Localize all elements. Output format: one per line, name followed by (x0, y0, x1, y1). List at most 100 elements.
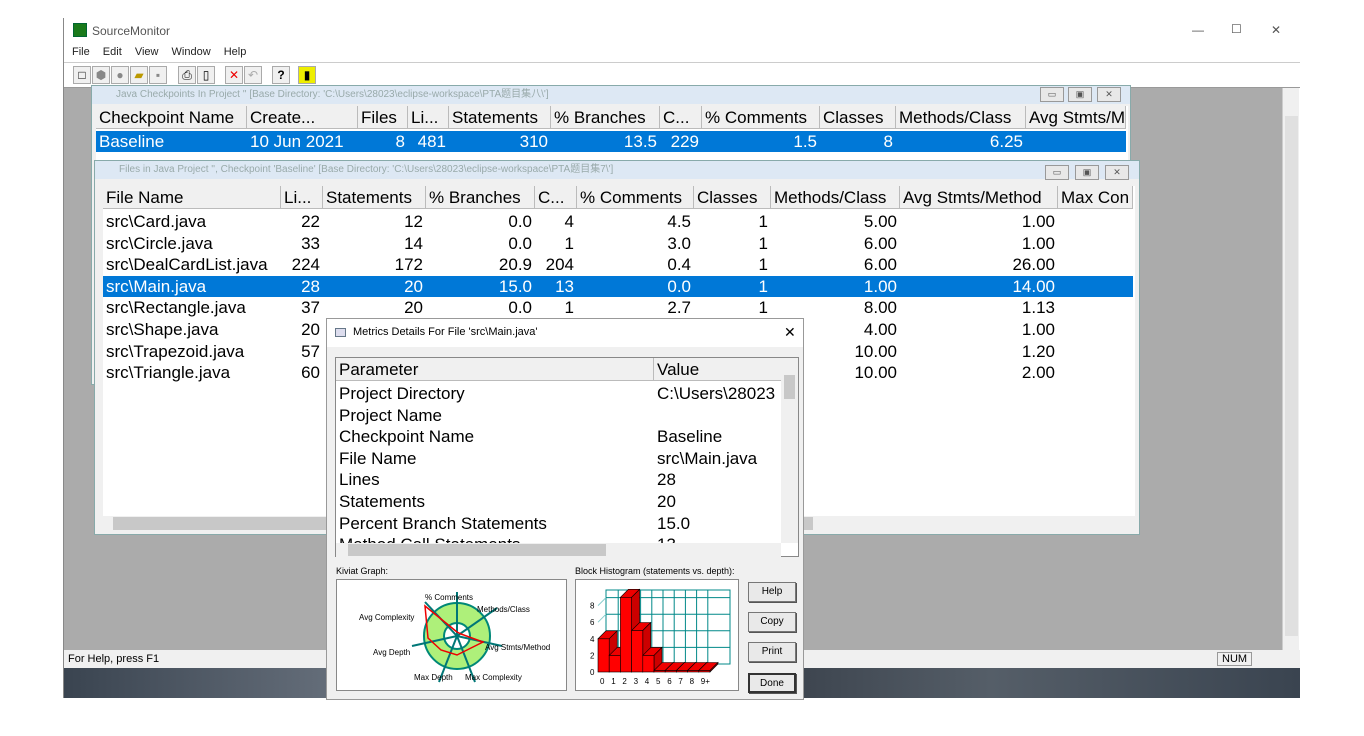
dialog-icon (335, 328, 346, 337)
delete-icon[interactable]: ✕ (225, 66, 243, 84)
table-cell: 13.5 (623, 132, 657, 151)
kiviat-axis-label: Max Depth (414, 673, 453, 682)
scrollbar-thumb[interactable] (1285, 116, 1298, 636)
column-header[interactable]: File Name (103, 186, 281, 209)
print-preview-icon[interactable]: ▯ (197, 66, 215, 84)
column-header[interactable]: Methods/Class (896, 106, 1026, 129)
table-row[interactable]: src\Circle.java 33 14 0.0 1 3.0 1 6.00 1.00 (103, 233, 1133, 255)
context-help-icon[interactable]: ? (272, 66, 290, 84)
print-button[interactable]: Print (748, 642, 796, 662)
close-button[interactable]: ✕ (1097, 87, 1121, 102)
save-icon[interactable]: ▪ (149, 66, 167, 84)
column-header[interactable]: Methods/Class (771, 186, 900, 209)
table-cell: 1 (758, 233, 768, 253)
menu-help[interactable]: Help (224, 46, 247, 58)
restore-button[interactable]: ▣ (1075, 165, 1099, 180)
column-header[interactable]: Statements (449, 106, 551, 129)
column-header[interactable]: C... (535, 186, 577, 209)
column-header[interactable]: Avg Stmts/M (1026, 106, 1126, 129)
column-header[interactable]: Parameter (336, 358, 654, 381)
column-header[interactable]: % Branches (426, 186, 535, 209)
table-row[interactable]: src\Rectangle.java 37 20 0.0 1 2.7 1 8.00 1.13 (103, 297, 1133, 319)
table-row[interactable]: Statements 20 (336, 491, 798, 513)
column-header[interactable]: C... (660, 106, 702, 129)
table-row[interactable]: Lines 28 (336, 469, 798, 491)
table-cell: 15.0 (498, 276, 532, 296)
dialog-close-button[interactable]: ✕ (784, 324, 796, 341)
menu-window[interactable]: Window (172, 46, 211, 58)
table-cell: 0.0 (508, 233, 532, 253)
dialog-title: Metrics Details For File 'src\Main.java' (353, 326, 538, 338)
table-row[interactable]: Percent Branch Statements 15.0 (336, 513, 798, 535)
column-header[interactable]: Classes (820, 106, 896, 129)
column-header[interactable]: Avg Stmts/Method (900, 186, 1058, 209)
app-title: SourceMonitor (92, 24, 171, 38)
table-row[interactable]: Project Directory C:\Users\28023 (336, 383, 798, 405)
restore-button[interactable]: ▣ (1068, 87, 1092, 102)
column-header[interactable]: Value (654, 358, 798, 381)
column-header[interactable]: % Comments (702, 106, 820, 129)
close-button[interactable]: ✕ (1105, 165, 1129, 180)
table-row[interactable]: src\Card.java 22 12 0.0 4 4.5 1 5.00 1.00 (103, 211, 1133, 233)
column-header[interactable]: Checkpoint Name (96, 106, 247, 129)
table-cell (1058, 211, 1133, 233)
menu-edit[interactable]: Edit (103, 46, 122, 58)
bar (631, 630, 644, 673)
minimize-button[interactable]: — (1192, 23, 1204, 37)
hex-icon[interactable]: ⬢ (92, 66, 110, 84)
octagon-icon[interactable]: ● (111, 66, 129, 84)
dialog-vertical-scrollbar[interactable] (781, 359, 798, 543)
x-tick-label: 9+ (701, 677, 710, 686)
column-header[interactable]: % Comments (577, 186, 694, 209)
table-cell (1058, 341, 1133, 363)
table-cell: 28 (301, 276, 320, 296)
done-button[interactable]: Done (748, 673, 796, 693)
y-tick-label: 2 (590, 651, 595, 660)
table-row[interactable]: src\DealCardList.java 224 172 20.9 204 0.4 1 6.… (103, 254, 1133, 276)
bar (664, 670, 677, 673)
close-button[interactable]: ✕ (1271, 23, 1281, 37)
table-cell (1058, 362, 1133, 384)
table-cell: 20 (657, 492, 676, 511)
column-header[interactable]: Max Con (1058, 186, 1133, 209)
column-header[interactable]: Files (358, 106, 408, 129)
column-header[interactable]: Classes (694, 186, 771, 209)
table-row[interactable]: File Name src\Main.java (336, 448, 798, 470)
maximize-button[interactable]: ☐ (1231, 22, 1242, 36)
menu-view[interactable]: View (135, 46, 159, 58)
table-row[interactable]: src\Main.java 28 20 15.0 13 0.0 1 1.00 14.00 (103, 275, 1133, 298)
open-folder-icon[interactable]: ▰ (130, 66, 148, 84)
table-cell: 8.00 (863, 298, 897, 318)
x-tick-label: 7 (678, 677, 683, 686)
column-header[interactable]: Create... (247, 106, 358, 129)
menu-file[interactable]: File (72, 46, 90, 58)
copy-button[interactable]: Copy (748, 612, 796, 632)
exit-icon[interactable]: ▮ (298, 66, 316, 84)
help-button[interactable]: Help (748, 582, 796, 602)
minimize-button[interactable]: ▭ (1040, 87, 1064, 102)
column-header[interactable]: Li... (408, 106, 449, 129)
table-cell: 4.5 (667, 212, 691, 231)
table-cell: 224 (291, 255, 320, 275)
vertical-scrollbar[interactable] (1282, 88, 1299, 650)
num-lock-indicator: NUM (1217, 652, 1253, 666)
table-cell: Lines (339, 470, 380, 490)
metrics-details-dialog: Metrics Details For File 'src\Main.java'… (326, 318, 804, 700)
column-header[interactable]: Statements (323, 186, 426, 209)
print-icon[interactable]: ⎙ (178, 66, 196, 84)
table-cell: 1 (564, 298, 574, 318)
table-cell: 1 (758, 298, 768, 318)
table-cell: 20.9 (498, 255, 532, 275)
table-row[interactable]: Baseline 10 Jun 2021 8 481 310 13.5 229 1.5 8 6.2… (96, 131, 1126, 152)
dialog-horizontal-scrollbar[interactable] (336, 543, 781, 557)
table-row[interactable]: Project Name (336, 405, 798, 427)
table-cell: 57 (301, 341, 320, 361)
column-header[interactable]: Li... (281, 186, 323, 209)
new-icon[interactable]: □ (73, 66, 91, 84)
table-row[interactable]: Checkpoint Name Baseline (336, 426, 798, 448)
table-cell: 28 (657, 470, 676, 490)
undo-icon[interactable]: ↶ (244, 66, 262, 84)
column-header[interactable]: % Branches (551, 106, 660, 129)
table-cell (1058, 233, 1133, 255)
minimize-button[interactable]: ▭ (1045, 165, 1069, 180)
